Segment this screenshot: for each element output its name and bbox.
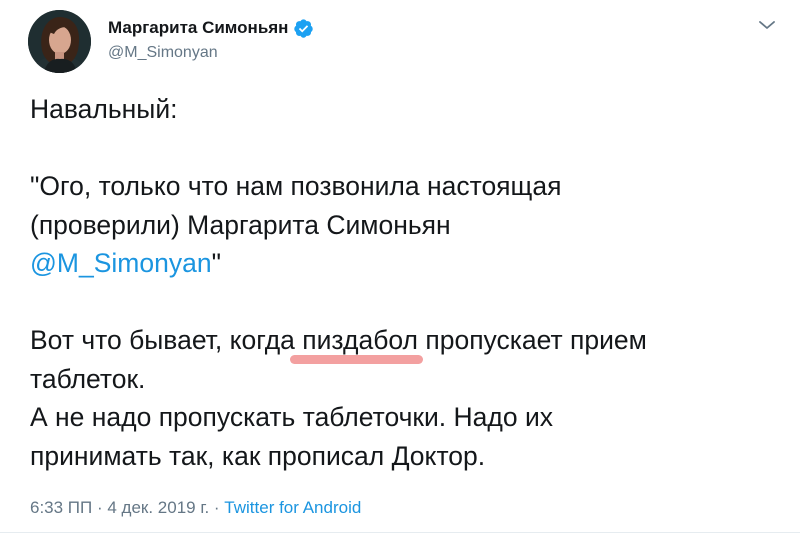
author-name-row: Маргарита Симоньян	[108, 16, 314, 40]
text-after-highlight: пропускает прием	[418, 325, 647, 355]
avatar[interactable]	[28, 10, 91, 73]
avatar-image	[28, 10, 91, 73]
tweet-date[interactable]: 4 дек. 2019 г.	[107, 498, 209, 517]
author-name[interactable]: Маргарита Симоньян	[108, 18, 288, 38]
tweet-line: А не надо пропускать таблеточки. Надо их	[30, 402, 554, 432]
tweet-line: "Ого, только что нам позвонила настоящая	[30, 171, 562, 201]
tweet-line: Навальный:	[30, 94, 178, 124]
tweet-line-mention: @M_Simonyan"	[30, 244, 770, 283]
chevron-down-icon[interactable]	[757, 15, 777, 35]
tweet-line: (проверили) Маргарита Симоньян	[30, 209, 451, 240]
verified-badge-icon	[294, 18, 314, 38]
tweet-meta: 6:33 ПП · 4 дек. 2019 г. · Twitter for A…	[30, 498, 361, 518]
tweet-source-link[interactable]: Twitter for Android	[224, 498, 361, 517]
tweet-line: принимать так, как прописал Доктор.	[30, 440, 486, 471]
author-handle[interactable]: @M_Simonyan	[108, 44, 314, 62]
tweet-text: Навальный: "Ого, только что нам позвонил…	[30, 90, 770, 475]
meta-separator: ·	[92, 498, 108, 517]
mention-link[interactable]: @M_Simonyan	[30, 248, 212, 278]
tweet-line-highlight: Вот что бывает, когда пиздабол пропускае…	[30, 321, 770, 364]
author-block: Маргарита Симоньян @M_Simonyan	[108, 16, 314, 62]
text-before-highlight: Вот что бывает, когда	[30, 325, 303, 355]
tweet-line: таблеток.	[30, 363, 146, 394]
tweet-time[interactable]: 6:33 ПП	[30, 498, 92, 517]
highlighted-word-text: пиздабол	[302, 325, 418, 355]
meta-separator: ·	[209, 498, 225, 517]
tweet: Маргарита Симоньян @M_Simonyan Навальный…	[0, 0, 800, 533]
highlight-underline-mark	[290, 354, 423, 364]
highlighted-word: пиздабол	[290, 321, 423, 364]
quote-mark: "	[211, 248, 221, 278]
